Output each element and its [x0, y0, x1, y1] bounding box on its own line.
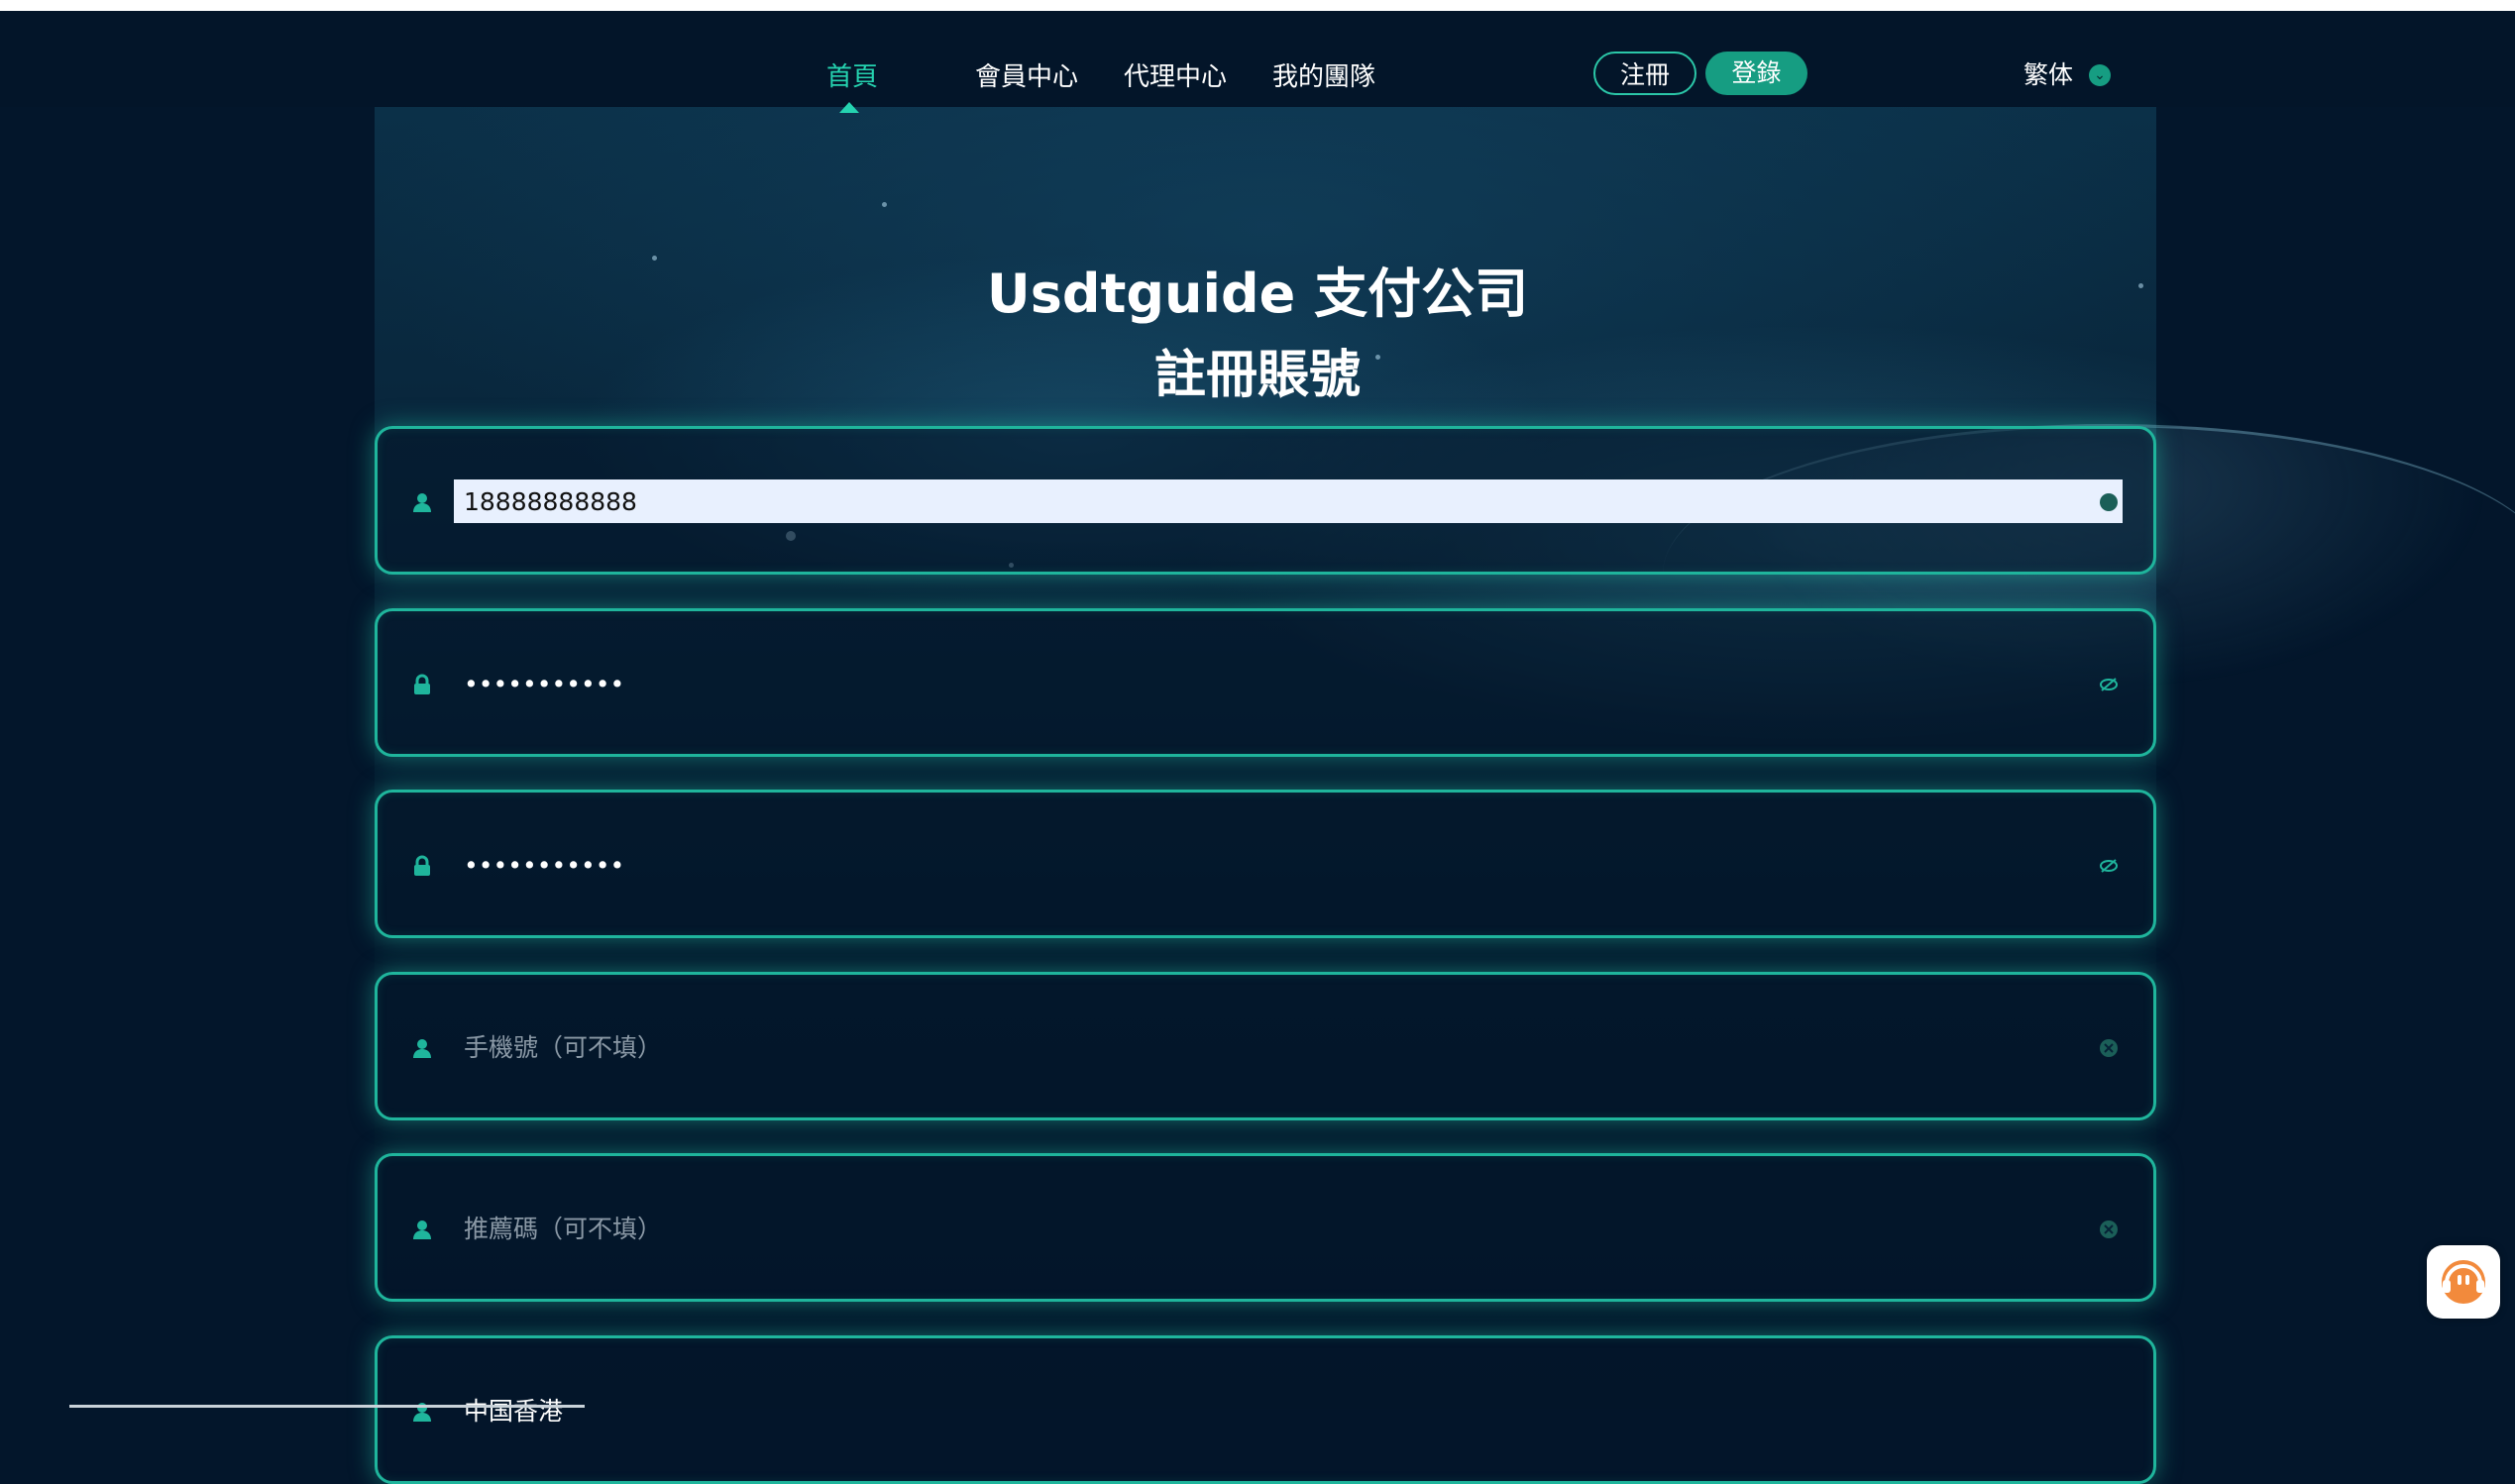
chevron-down-icon[interactable]: ⌄ [2089, 64, 2111, 86]
star-decoration [882, 202, 887, 207]
clear-icon[interactable] [2098, 1219, 2120, 1240]
region-field [375, 1335, 2156, 1484]
customer-service-button[interactable] [2427, 1245, 2500, 1319]
eye-off-icon[interactable] [2098, 855, 2120, 877]
phone-input[interactable] [454, 1025, 2123, 1069]
browser-top-edge [0, 0, 2515, 11]
top-navbar [0, 11, 2515, 107]
password-input[interactable] [454, 662, 2123, 705]
bottom-divider [69, 1405, 585, 1408]
confirm-password-input[interactable] [454, 843, 2123, 887]
user-icon [411, 1037, 433, 1059]
nav-home[interactable]: 首頁 [826, 50, 878, 105]
referral-input[interactable] [454, 1207, 2123, 1250]
user-icon [411, 491, 433, 513]
eye-off-icon[interactable] [2098, 674, 2120, 695]
confirm-password-field [375, 790, 2156, 938]
nav-member-center[interactable]: 會員中心 [975, 50, 1078, 105]
register-button[interactable]: 注冊 [1593, 52, 1696, 95]
page-subtitle: 註冊賬號 [1153, 346, 1361, 405]
nav-my-team[interactable]: 我的團隊 [1272, 50, 1375, 105]
nav-agent-center[interactable]: 代理中心 [1124, 50, 1227, 105]
login-button[interactable]: 登錄 [1705, 52, 1807, 95]
username-field [375, 426, 2156, 575]
clear-icon[interactable] [2098, 491, 2120, 513]
page-title: Usdtguide 支付公司 [986, 263, 1529, 325]
customer-service-icon [2442, 1260, 2485, 1304]
referral-field [375, 1153, 2156, 1302]
username-input[interactable] [454, 479, 2123, 523]
password-field [375, 608, 2156, 757]
nav-active-indicator [839, 102, 859, 113]
user-icon [411, 1219, 433, 1240]
lock-icon [411, 674, 433, 695]
region-input[interactable] [454, 1388, 2123, 1431]
lock-icon [411, 855, 433, 877]
phone-field [375, 972, 2156, 1120]
language-selector[interactable]: 繁体 [2023, 57, 2073, 93]
clear-icon[interactable] [2098, 1037, 2120, 1059]
